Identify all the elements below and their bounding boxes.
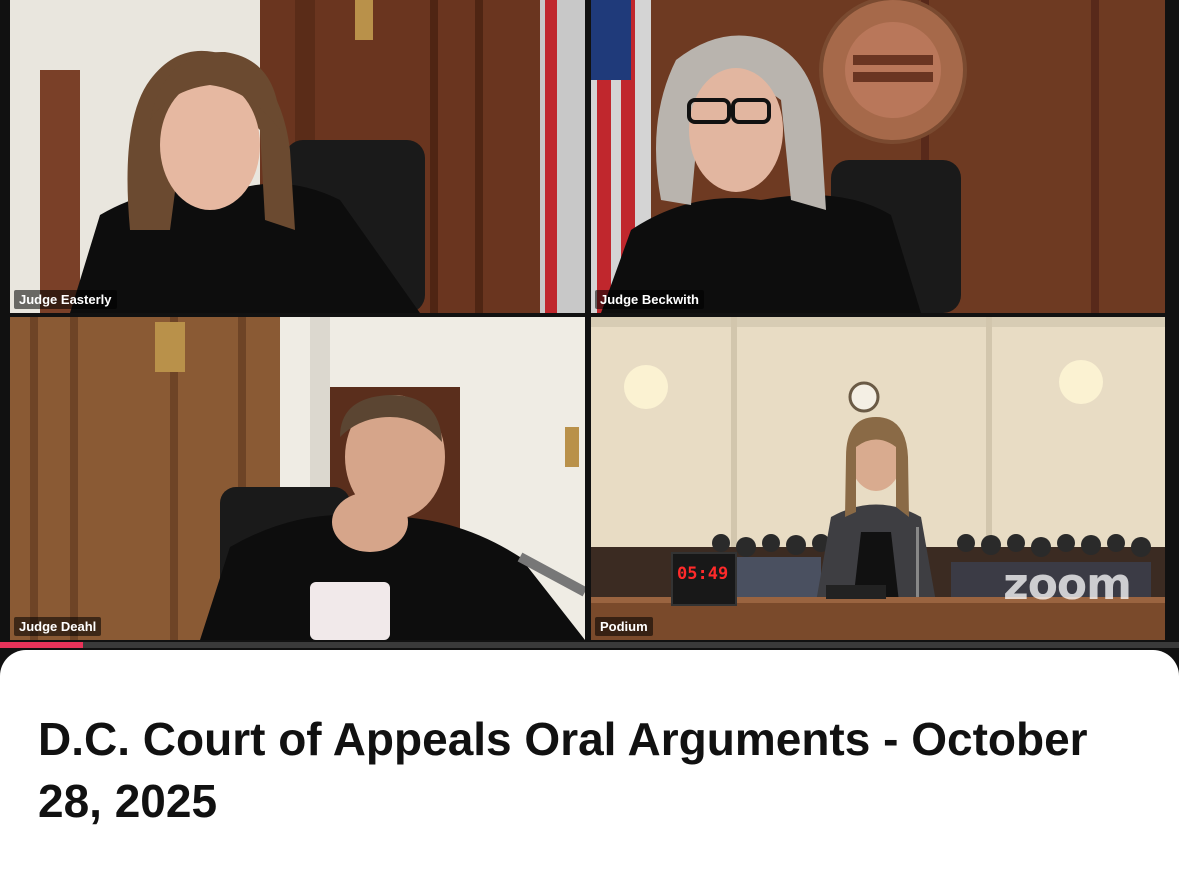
video-tile-podium[interactable]: 05:49 zoom Podium xyxy=(591,317,1165,640)
participant-name-easterly: Judge Easterly xyxy=(14,290,117,309)
video-tile-judge-deahl[interactable]: Judge Deahl xyxy=(10,317,585,640)
podium-timer-value: 05:49 xyxy=(677,564,729,584)
participant-name-beckwith: Judge Beckwith xyxy=(595,290,704,309)
wall-clock-icon xyxy=(848,381,880,413)
video-feed-deahl xyxy=(10,317,585,640)
video-feed-easterly xyxy=(10,0,585,313)
video-feed-beckwith xyxy=(591,0,1165,313)
video-progress-bar[interactable] xyxy=(0,642,1179,648)
post-title: D.C. Court of Appeals Oral Arguments - O… xyxy=(38,713,1088,827)
zoom-watermark-logo: zoom xyxy=(1003,559,1132,610)
video-tile-judge-beckwith[interactable]: Judge Beckwith xyxy=(591,0,1165,313)
post-caption-card: D.C. Court of Appeals Oral Arguments - O… xyxy=(0,650,1179,880)
podium-timer: 05:49 xyxy=(671,552,737,606)
video-progress-fill xyxy=(0,642,83,648)
video-tile-judge-easterly[interactable]: Judge Easterly xyxy=(10,0,585,313)
participant-name-podium: Podium xyxy=(595,617,653,636)
participant-name-deahl: Judge Deahl xyxy=(14,617,102,636)
